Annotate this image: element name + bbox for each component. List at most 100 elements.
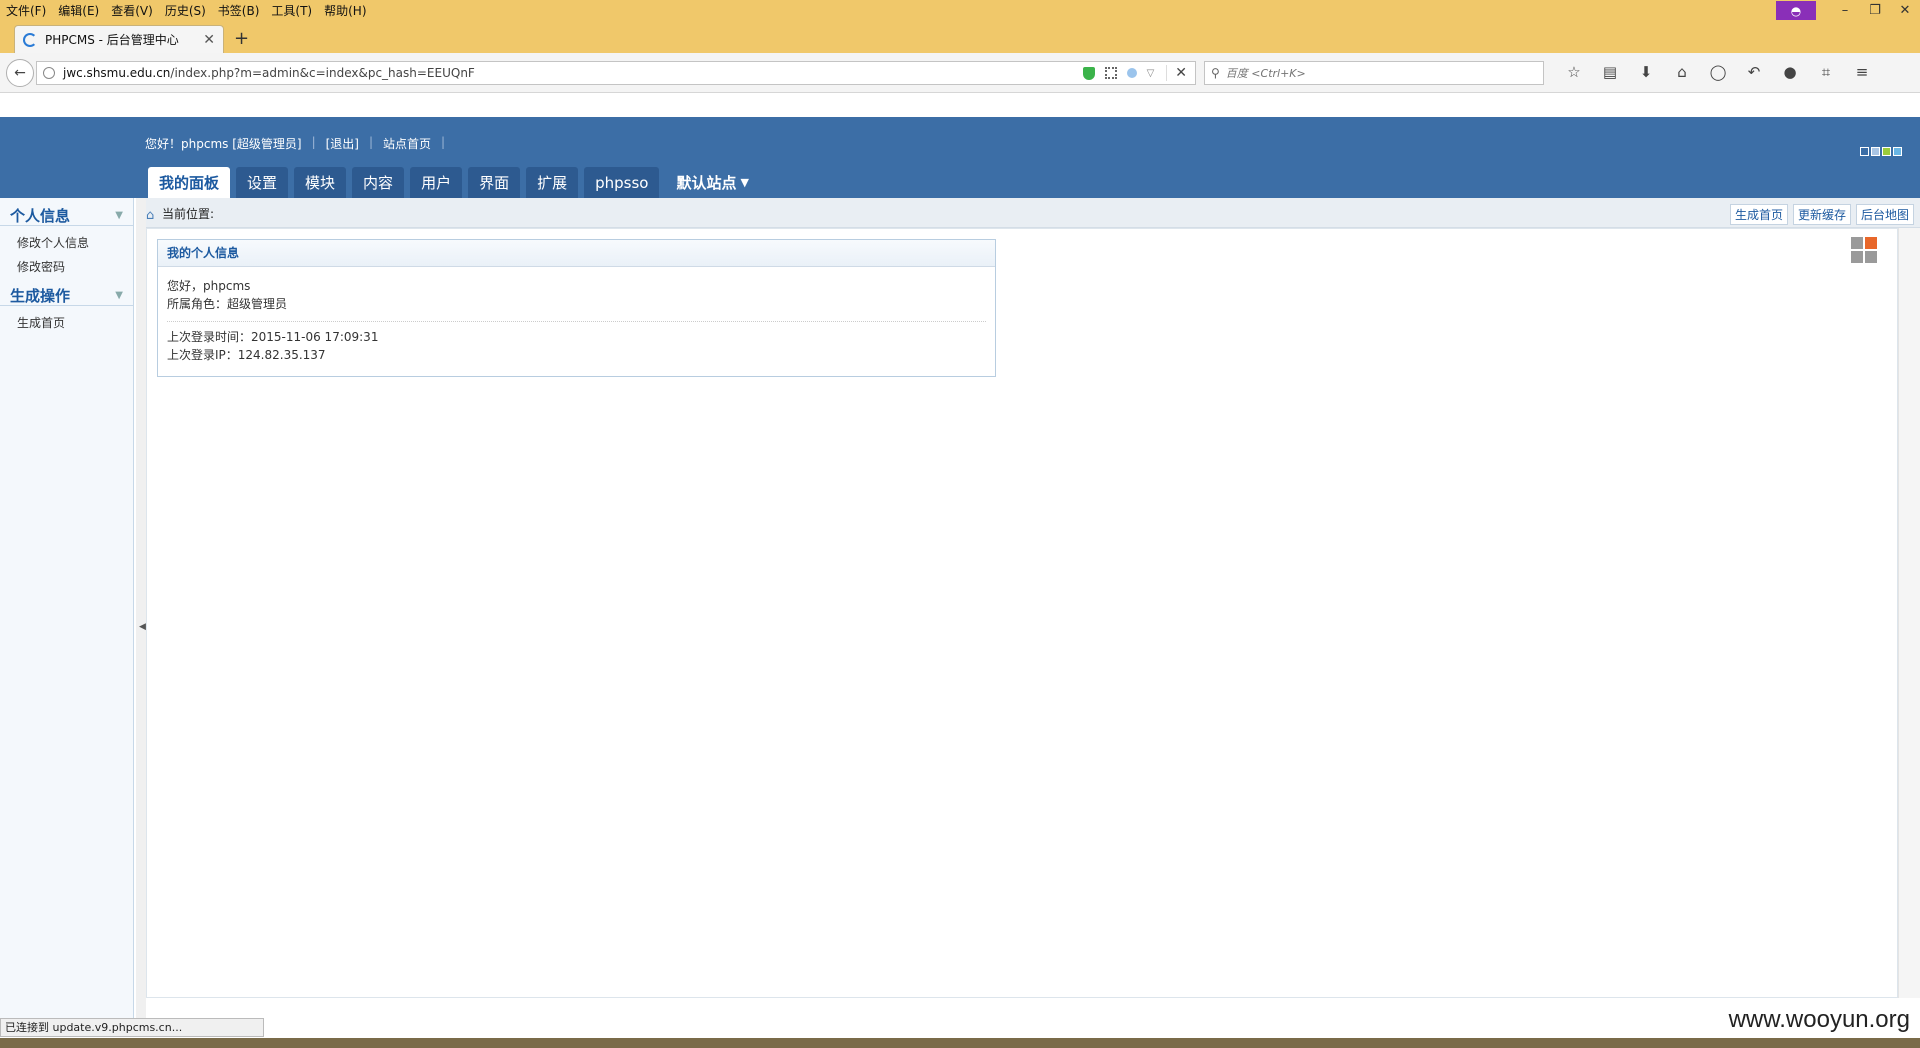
tab-users[interactable]: 用户: [410, 167, 463, 198]
breadcrumb-label: 当前位置:: [162, 207, 215, 221]
admin-map-button[interactable]: 后台地图: [1855, 204, 1914, 225]
undo-icon[interactable]: ↶: [1736, 63, 1772, 81]
chat-icon[interactable]: ◯: [1700, 63, 1736, 81]
tab-close-icon[interactable]: ✕: [203, 32, 215, 48]
tab-interface[interactable]: 界面: [468, 167, 521, 198]
caret-down-icon: ▼: [740, 176, 749, 189]
sidebar-group-title: 个人信息: [10, 207, 71, 225]
widget-cell: [1865, 237, 1877, 249]
divider: |: [368, 135, 374, 149]
search-input[interactable]: [1225, 66, 1506, 80]
skin-lightblue-icon[interactable]: [1871, 147, 1880, 156]
new-tab-icon[interactable]: +: [234, 28, 249, 49]
close-window-icon[interactable]: ✕: [1890, 3, 1920, 18]
generate-home-button[interactable]: 生成首页: [1729, 204, 1788, 225]
sidebar-splitter[interactable]: ◀: [136, 198, 146, 1018]
sidebar-item-generate-home[interactable]: 生成首页: [0, 310, 133, 334]
qr-code-icon[interactable]: [1104, 67, 1117, 79]
home-icon[interactable]: ⌂: [1664, 63, 1700, 81]
tab-strip: PHPCMS - 后台管理中心 ✕ +: [0, 21, 1920, 53]
menu-file[interactable]: 文件(F): [0, 2, 52, 19]
user-bar: 您好！phpcms [超级管理员] | [退出] | 站点首页 |: [145, 135, 455, 152]
browser-menubar: 文件(F) 编辑(E) 查看(V) 历史(S) 书签(B) 工具(T) 帮助(H…: [0, 0, 1920, 21]
bookmark-star-icon[interactable]: ☆: [1556, 63, 1592, 81]
menu-edit[interactable]: 编辑(E): [52, 2, 105, 19]
search-icon: ⚲: [1211, 66, 1220, 80]
menu-bookmarks[interactable]: 书签(B): [212, 2, 266, 19]
minimize-icon[interactable]: –: [1830, 3, 1860, 18]
last-login-ip: 上次登录IP：124.82.35.137: [167, 348, 326, 362]
skin-green-icon[interactable]: [1882, 147, 1891, 156]
dropdown-icon[interactable]: ▽: [1147, 68, 1155, 79]
widget-cell: [1851, 237, 1863, 249]
globe-icon: [43, 67, 55, 79]
sidebar-group-personal[interactable]: 个人信息 ▼: [0, 198, 133, 226]
greeting-text: 您好！phpcms [超级管理员]: [145, 137, 302, 151]
main-panel: 我的个人信息 您好，phpcms 所属角色：超级管理员 上次登录时间：2015-…: [146, 228, 1898, 998]
sidebar-group-generate[interactable]: 生成操作 ▼: [0, 278, 133, 306]
box-title: 我的个人信息: [158, 240, 995, 267]
sidebar-item-edit-profile[interactable]: 修改个人信息: [0, 230, 133, 254]
widget-cell: [1865, 251, 1877, 263]
back-icon[interactable]: ←: [6, 59, 34, 87]
comment-icon[interactable]: ●: [1772, 63, 1808, 81]
sidebar-group-title: 生成操作: [10, 287, 71, 305]
address-bar[interactable]: jwc.shsmu.edu.cn/index.php?m=admin&c=ind…: [36, 61, 1196, 85]
addon-icon[interactable]: [1126, 68, 1137, 78]
breadcrumb: ⌂ 当前位置:: [146, 205, 215, 223]
reading-list-icon[interactable]: ▤: [1592, 63, 1628, 81]
menu-view[interactable]: 查看(V): [105, 2, 159, 19]
divider: |: [441, 135, 446, 149]
menu-help[interactable]: 帮助(H): [318, 2, 372, 19]
logout-link[interactable]: [退出]: [326, 135, 359, 152]
personal-info-box: 我的个人信息 您好，phpcms 所属角色：超级管理员 上次登录时间：2015-…: [157, 239, 996, 377]
security-shield-icon[interactable]: [1082, 66, 1095, 80]
window-controls: ◓ – ❐ ✕: [1776, 0, 1920, 21]
browser-toolbar: ☆ ▤ ⬇ ⌂ ◯ ↶ ● ⌗ ≡: [1556, 63, 1880, 81]
main-nav-tabs: 我的面板 设置 模块 内容 用户 界面 扩展 phpsso 默认站点 ▼: [148, 167, 766, 198]
url-path: /index.php?m=admin&c=index&pc_hash=EEUQn…: [170, 66, 475, 80]
site-selector-label: 默认站点: [676, 174, 737, 192]
tab-settings[interactable]: 设置: [236, 167, 289, 198]
menu-tools[interactable]: 工具(T): [265, 2, 318, 19]
url-text[interactable]: jwc.shsmu.edu.cn/index.php?m=admin&c=ind…: [63, 66, 1083, 80]
site-selector[interactable]: 默认站点 ▼: [665, 167, 759, 198]
tab-title: PHPCMS - 后台管理中心: [45, 33, 179, 47]
skin-sky-icon[interactable]: [1893, 147, 1902, 156]
breadcrumb-bar: ⌂ 当前位置: 生成首页 更新缓存 后台地图: [146, 198, 1920, 228]
role-text: 所属角色：超级管理员: [167, 297, 288, 311]
collapse-arrow-icon[interactable]: ▼: [115, 210, 123, 221]
last-login-time: 上次登录时间：2015-11-06 17:09:31: [167, 330, 379, 344]
search-bar[interactable]: ⚲: [1204, 61, 1544, 85]
tab-phpsso[interactable]: phpsso: [584, 167, 660, 198]
browser-tab[interactable]: PHPCMS - 后台管理中心 ✕: [14, 25, 224, 53]
cms-header: 您好！phpcms [超级管理员] | [退出] | 站点首页 | 我的面板 设…: [0, 117, 1920, 198]
windows-taskbar: [0, 1038, 1920, 1048]
tab-content[interactable]: 内容: [352, 167, 405, 198]
menu-history[interactable]: 历史(S): [159, 2, 212, 19]
stop-icon[interactable]: ✕: [1166, 65, 1187, 81]
skin-switcher: [1858, 147, 1902, 156]
divider: |: [311, 135, 316, 149]
skin-blue-icon[interactable]: [1860, 147, 1869, 156]
widget-layout-icon[interactable]: [1851, 237, 1877, 263]
crop-icon[interactable]: ⌗: [1808, 63, 1844, 81]
loading-icon: [23, 32, 37, 47]
tab-modules[interactable]: 模块: [294, 167, 347, 198]
tab-extensions[interactable]: 扩展: [526, 167, 579, 198]
hello-text: 您好，phpcms: [167, 279, 251, 293]
download-icon[interactable]: ⬇: [1628, 63, 1664, 81]
tab-my-panel[interactable]: 我的面板: [148, 167, 231, 198]
divider: [167, 321, 986, 322]
sidebar-item-change-password[interactable]: 修改密码: [0, 254, 133, 278]
site-home-link[interactable]: 站点首页: [383, 135, 431, 152]
private-mask-icon[interactable]: ◓: [1776, 1, 1816, 20]
collapse-left-icon[interactable]: ◀: [139, 622, 146, 632]
collapse-arrow-icon[interactable]: ▼: [115, 290, 123, 301]
restore-icon[interactable]: ❐: [1860, 3, 1890, 18]
watermark: www.wooyun.org: [1728, 1006, 1910, 1033]
quick-buttons: 生成首页 更新缓存 后台地图: [1725, 204, 1914, 225]
menu-icon[interactable]: ≡: [1844, 63, 1880, 81]
update-cache-button[interactable]: 更新缓存: [1792, 204, 1851, 225]
nav-bar: ← jwc.shsmu.edu.cn/index.php?m=admin&c=i…: [0, 53, 1920, 93]
